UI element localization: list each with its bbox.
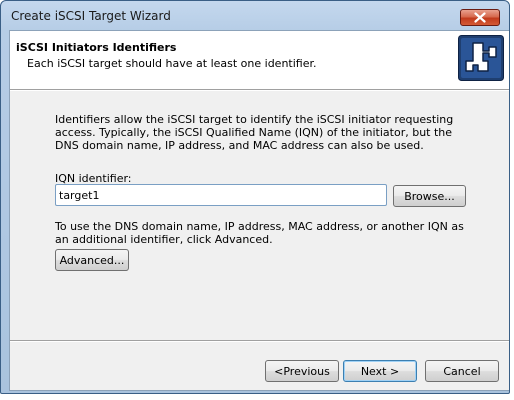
wizard-puzzle-icon (458, 35, 504, 81)
close-icon (474, 12, 486, 23)
header-divider (10, 89, 509, 91)
page-title: iSCSI Initiators Identifiers (16, 41, 177, 54)
iqn-identifier-input[interactable] (55, 184, 387, 206)
wizard-header: iSCSI Initiators Identifiers Each iSCSI … (10, 31, 509, 89)
cancel-button[interactable]: Cancel (425, 360, 499, 382)
wizard-content: iSCSI Initiators Identifiers Each iSCSI … (9, 30, 509, 391)
title-bar[interactable]: Create iSCSI Target Wizard (1, 1, 509, 27)
next-button[interactable]: Next > (343, 360, 417, 382)
description-text: Identifiers allow the iSCSI target to id… (55, 113, 454, 152)
browse-button[interactable]: Browse... (393, 185, 466, 207)
advanced-description-text: To use the DNS domain name, IP address, … (55, 220, 464, 246)
window-title: Create iSCSI Target Wizard (11, 9, 171, 23)
previous-button[interactable]: <Previous (265, 360, 339, 382)
close-button[interactable] (460, 9, 500, 26)
advanced-button[interactable]: Advanced... (55, 249, 129, 271)
footer-divider (10, 340, 509, 342)
page-subtitle: Each iSCSI target should have at least o… (27, 57, 317, 70)
wizard-window: Create iSCSI Target Wizard iSCSI Initiat… (0, 0, 510, 394)
